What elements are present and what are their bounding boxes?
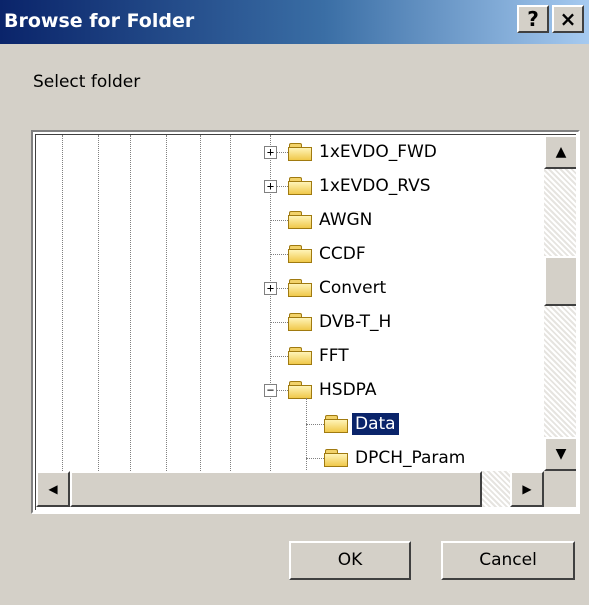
tree-guide-line xyxy=(230,135,231,471)
tree-branch-line xyxy=(270,322,288,323)
scroll-up-button[interactable]: ▲ xyxy=(544,135,576,169)
tree-branch-line xyxy=(270,220,288,221)
tree-expander-1xevdo-fwd[interactable]: + xyxy=(264,146,277,159)
cancel-button[interactable]: Cancel xyxy=(441,541,575,580)
tree-guide-line xyxy=(130,135,131,471)
vertical-scroll-thumb[interactable] xyxy=(544,256,576,306)
vertical-scrollbar[interactable]: ▲ ▼ xyxy=(544,135,576,471)
horizontal-scrollbar[interactable]: ◀ ▶ xyxy=(36,471,544,507)
folder-icon xyxy=(288,380,314,400)
open-folder-icon xyxy=(324,414,350,434)
tree-expander-1xevdo-rvs[interactable]: + xyxy=(264,180,277,193)
folder-icon xyxy=(288,176,314,196)
dialog-prompt: Select folder xyxy=(33,72,141,92)
tree-branch-line xyxy=(306,458,324,459)
tree-expander-convert[interactable]: + xyxy=(264,282,277,295)
tree-item-convert[interactable]: Convert xyxy=(316,277,389,299)
tree-item-ccdf[interactable]: CCDF xyxy=(316,243,369,265)
tree-item-data[interactable]: Data xyxy=(351,412,400,436)
tree-item-dpch-param[interactable]: DPCH_Param xyxy=(352,447,468,469)
tree-branch-line xyxy=(306,424,324,425)
scroll-left-button[interactable]: ◀ xyxy=(36,471,70,507)
scrollbar-corner xyxy=(544,471,576,507)
scroll-right-button[interactable]: ▶ xyxy=(510,471,544,507)
tree-item-1xevdo-fwd[interactable]: 1xEVDO_FWD xyxy=(316,141,440,163)
tree-expander-hsdpa[interactable]: − xyxy=(264,384,277,397)
folder-icon xyxy=(288,312,314,332)
tree-item-1xevdo-rvs[interactable]: 1xEVDO_RVS xyxy=(316,175,434,197)
folder-tree[interactable]: +1xEVDO_FWD +1xEVDO_RVS AWGN CCDF + Convert DV… xyxy=(36,135,544,471)
tree-branch-line xyxy=(306,398,307,471)
tree-item-dvb-t-h[interactable]: DVB-T_H xyxy=(316,311,394,333)
help-button[interactable]: ? xyxy=(517,5,549,33)
folder-icon xyxy=(288,244,314,264)
folder-icon xyxy=(324,448,350,468)
folder-icon xyxy=(288,278,314,298)
window-title: Browse for Folder xyxy=(4,10,195,32)
tree-item-awgn[interactable]: AWGN xyxy=(316,209,375,231)
ok-button[interactable]: OK xyxy=(289,541,411,580)
tree-branch-line xyxy=(270,356,288,357)
scroll-down-button[interactable]: ▼ xyxy=(544,437,576,471)
tree-item-hsdpa[interactable]: HSDPA xyxy=(316,379,379,401)
folder-icon xyxy=(288,210,314,230)
tree-guide-line xyxy=(200,135,201,471)
horizontal-scroll-thumb[interactable] xyxy=(70,471,482,507)
folder-tree-frame: +1xEVDO_FWD +1xEVDO_RVS AWGN CCDF + Convert DV… xyxy=(31,130,580,514)
tree-guide-line xyxy=(62,135,63,471)
tree-guide-line xyxy=(98,135,99,471)
tree-item-fft[interactable]: FFT xyxy=(316,345,352,367)
folder-icon xyxy=(288,142,314,162)
tree-branch-line xyxy=(270,254,288,255)
title-bar: Browse for Folder ? × xyxy=(0,0,589,44)
folder-icon xyxy=(288,346,314,366)
tree-guide-line xyxy=(166,135,167,471)
close-button[interactable]: × xyxy=(552,5,584,33)
